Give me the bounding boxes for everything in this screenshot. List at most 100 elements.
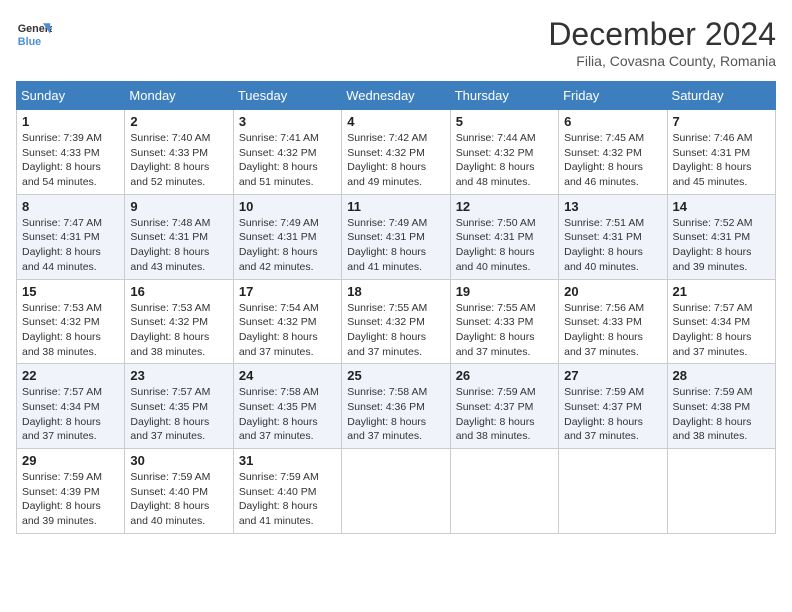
calendar-week-1: 1 Sunrise: 7:39 AMSunset: 4:33 PMDayligh… (17, 110, 776, 195)
title-block: December 2024 Filia, Covasna County, Rom… (548, 16, 776, 69)
day-info: Sunrise: 7:42 AMSunset: 4:32 PMDaylight:… (347, 131, 444, 190)
day-number: 1 (22, 114, 119, 129)
day-number: 31 (239, 453, 336, 468)
day-number: 29 (22, 453, 119, 468)
day-info: Sunrise: 7:45 AMSunset: 4:32 PMDaylight:… (564, 131, 661, 190)
day-info: Sunrise: 7:41 AMSunset: 4:32 PMDaylight:… (239, 131, 336, 190)
day-number: 7 (673, 114, 770, 129)
day-number: 18 (347, 284, 444, 299)
day-number: 27 (564, 368, 661, 383)
calendar-cell: 20 Sunrise: 7:56 AMSunset: 4:33 PMDaylig… (559, 279, 667, 364)
day-number: 5 (456, 114, 553, 129)
calendar-cell: 26 Sunrise: 7:59 AMSunset: 4:37 PMDaylig… (450, 364, 558, 449)
day-number: 15 (22, 284, 119, 299)
day-info: Sunrise: 7:54 AMSunset: 4:32 PMDaylight:… (239, 301, 336, 360)
day-number: 12 (456, 199, 553, 214)
header-monday: Monday (125, 82, 233, 110)
header-sunday: Sunday (17, 82, 125, 110)
svg-text:Blue: Blue (18, 36, 41, 48)
calendar-cell: 23 Sunrise: 7:57 AMSunset: 4:35 PMDaylig… (125, 364, 233, 449)
day-info: Sunrise: 7:59 AMSunset: 4:37 PMDaylight:… (564, 385, 661, 444)
calendar-cell: 7 Sunrise: 7:46 AMSunset: 4:31 PMDayligh… (667, 110, 775, 195)
day-info: Sunrise: 7:53 AMSunset: 4:32 PMDaylight:… (130, 301, 227, 360)
day-number: 20 (564, 284, 661, 299)
calendar-cell: 24 Sunrise: 7:58 AMSunset: 4:35 PMDaylig… (233, 364, 341, 449)
day-info: Sunrise: 7:59 AMSunset: 4:37 PMDaylight:… (456, 385, 553, 444)
day-number: 25 (347, 368, 444, 383)
day-number: 16 (130, 284, 227, 299)
calendar-cell: 22 Sunrise: 7:57 AMSunset: 4:34 PMDaylig… (17, 364, 125, 449)
month-title: December 2024 (548, 16, 776, 53)
calendar-cell: 13 Sunrise: 7:51 AMSunset: 4:31 PMDaylig… (559, 194, 667, 279)
calendar-cell: 21 Sunrise: 7:57 AMSunset: 4:34 PMDaylig… (667, 279, 775, 364)
day-info: Sunrise: 7:56 AMSunset: 4:33 PMDaylight:… (564, 301, 661, 360)
calendar-header-row: Sunday Monday Tuesday Wednesday Thursday… (17, 82, 776, 110)
day-info: Sunrise: 7:47 AMSunset: 4:31 PMDaylight:… (22, 216, 119, 275)
logo-icon: General Blue (16, 16, 52, 52)
calendar-week-5: 29 Sunrise: 7:59 AMSunset: 4:39 PMDaylig… (17, 449, 776, 534)
page-header: General Blue December 2024 Filia, Covasn… (16, 16, 776, 69)
calendar-cell: 6 Sunrise: 7:45 AMSunset: 4:32 PMDayligh… (559, 110, 667, 195)
calendar-cell: 27 Sunrise: 7:59 AMSunset: 4:37 PMDaylig… (559, 364, 667, 449)
header-friday: Friday (559, 82, 667, 110)
day-number: 19 (456, 284, 553, 299)
day-info: Sunrise: 7:49 AMSunset: 4:31 PMDaylight:… (239, 216, 336, 275)
calendar-week-2: 8 Sunrise: 7:47 AMSunset: 4:31 PMDayligh… (17, 194, 776, 279)
day-number: 14 (673, 199, 770, 214)
day-number: 28 (673, 368, 770, 383)
day-number: 23 (130, 368, 227, 383)
day-info: Sunrise: 7:57 AMSunset: 4:34 PMDaylight:… (673, 301, 770, 360)
calendar-cell: 11 Sunrise: 7:49 AMSunset: 4:31 PMDaylig… (342, 194, 450, 279)
header-thursday: Thursday (450, 82, 558, 110)
header-wednesday: Wednesday (342, 82, 450, 110)
location-subtitle: Filia, Covasna County, Romania (548, 53, 776, 69)
day-number: 8 (22, 199, 119, 214)
calendar-cell (450, 449, 558, 534)
calendar-cell: 10 Sunrise: 7:49 AMSunset: 4:31 PMDaylig… (233, 194, 341, 279)
calendar-cell: 29 Sunrise: 7:59 AMSunset: 4:39 PMDaylig… (17, 449, 125, 534)
calendar-cell: 18 Sunrise: 7:55 AMSunset: 4:32 PMDaylig… (342, 279, 450, 364)
day-info: Sunrise: 7:50 AMSunset: 4:31 PMDaylight:… (456, 216, 553, 275)
calendar-cell: 1 Sunrise: 7:39 AMSunset: 4:33 PMDayligh… (17, 110, 125, 195)
day-info: Sunrise: 7:58 AMSunset: 4:35 PMDaylight:… (239, 385, 336, 444)
day-info: Sunrise: 7:55 AMSunset: 4:33 PMDaylight:… (456, 301, 553, 360)
calendar-cell: 15 Sunrise: 7:53 AMSunset: 4:32 PMDaylig… (17, 279, 125, 364)
day-info: Sunrise: 7:55 AMSunset: 4:32 PMDaylight:… (347, 301, 444, 360)
calendar-cell: 12 Sunrise: 7:50 AMSunset: 4:31 PMDaylig… (450, 194, 558, 279)
day-info: Sunrise: 7:58 AMSunset: 4:36 PMDaylight:… (347, 385, 444, 444)
day-info: Sunrise: 7:48 AMSunset: 4:31 PMDaylight:… (130, 216, 227, 275)
day-number: 22 (22, 368, 119, 383)
day-info: Sunrise: 7:59 AMSunset: 4:38 PMDaylight:… (673, 385, 770, 444)
calendar-cell: 31 Sunrise: 7:59 AMSunset: 4:40 PMDaylig… (233, 449, 341, 534)
header-saturday: Saturday (667, 82, 775, 110)
day-info: Sunrise: 7:39 AMSunset: 4:33 PMDaylight:… (22, 131, 119, 190)
day-number: 24 (239, 368, 336, 383)
day-number: 10 (239, 199, 336, 214)
calendar-week-3: 15 Sunrise: 7:53 AMSunset: 4:32 PMDaylig… (17, 279, 776, 364)
calendar-cell: 5 Sunrise: 7:44 AMSunset: 4:32 PMDayligh… (450, 110, 558, 195)
calendar-cell: 16 Sunrise: 7:53 AMSunset: 4:32 PMDaylig… (125, 279, 233, 364)
calendar-cell (559, 449, 667, 534)
day-number: 26 (456, 368, 553, 383)
day-info: Sunrise: 7:40 AMSunset: 4:33 PMDaylight:… (130, 131, 227, 190)
logo: General Blue (16, 16, 52, 52)
day-number: 21 (673, 284, 770, 299)
calendar-cell: 8 Sunrise: 7:47 AMSunset: 4:31 PMDayligh… (17, 194, 125, 279)
day-info: Sunrise: 7:53 AMSunset: 4:32 PMDaylight:… (22, 301, 119, 360)
day-info: Sunrise: 7:57 AMSunset: 4:34 PMDaylight:… (22, 385, 119, 444)
calendar-week-4: 22 Sunrise: 7:57 AMSunset: 4:34 PMDaylig… (17, 364, 776, 449)
day-info: Sunrise: 7:59 AMSunset: 4:40 PMDaylight:… (130, 470, 227, 529)
calendar-cell: 2 Sunrise: 7:40 AMSunset: 4:33 PMDayligh… (125, 110, 233, 195)
day-info: Sunrise: 7:57 AMSunset: 4:35 PMDaylight:… (130, 385, 227, 444)
day-info: Sunrise: 7:44 AMSunset: 4:32 PMDaylight:… (456, 131, 553, 190)
day-info: Sunrise: 7:51 AMSunset: 4:31 PMDaylight:… (564, 216, 661, 275)
day-info: Sunrise: 7:49 AMSunset: 4:31 PMDaylight:… (347, 216, 444, 275)
calendar-cell: 3 Sunrise: 7:41 AMSunset: 4:32 PMDayligh… (233, 110, 341, 195)
calendar-cell (342, 449, 450, 534)
day-info: Sunrise: 7:59 AMSunset: 4:40 PMDaylight:… (239, 470, 336, 529)
day-number: 6 (564, 114, 661, 129)
day-number: 2 (130, 114, 227, 129)
calendar-cell: 9 Sunrise: 7:48 AMSunset: 4:31 PMDayligh… (125, 194, 233, 279)
day-info: Sunrise: 7:46 AMSunset: 4:31 PMDaylight:… (673, 131, 770, 190)
day-info: Sunrise: 7:59 AMSunset: 4:39 PMDaylight:… (22, 470, 119, 529)
